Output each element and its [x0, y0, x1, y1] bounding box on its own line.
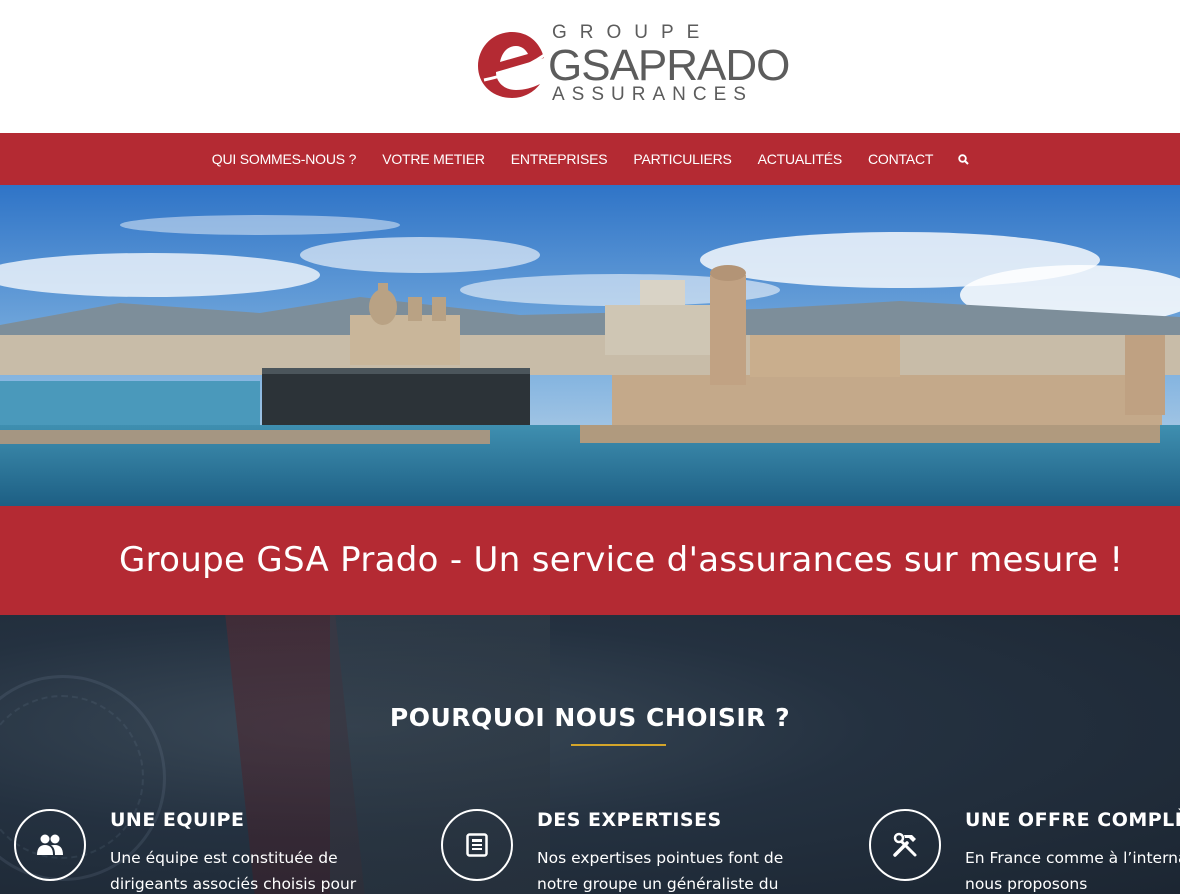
nav-item-votre-metier[interactable]: VOTRE METIER — [369, 151, 498, 167]
logo[interactable]: GROUPE GSAPRADO ASSURANCES — [474, 22, 790, 105]
why-choose-us-section: POURQUOI NOUS CHOISIR ? UNE EQUIPE Une é… — [0, 615, 1180, 894]
feature-text: Une équipe est constituée de dirigeants … — [110, 849, 357, 893]
tools-icon — [893, 832, 917, 857]
hero-image — [0, 185, 1180, 506]
document-icon-circle[interactable] — [441, 809, 513, 881]
feature-title: DES EXPERTISES — [537, 809, 722, 831]
site-header: GROUPE GSAPRADO ASSURANCES — [0, 0, 1180, 133]
nav-item-actualites[interactable]: ACTUALITÉS — [745, 151, 855, 167]
tagline-title: Groupe GSA Prado - Un service d'assuranc… — [119, 540, 1124, 580]
feature-text: Nos expertises pointues font de notre gr… — [537, 849, 784, 893]
nav-item-qui-sommes-nous[interactable]: QUI SOMMES-NOUS ? — [199, 151, 369, 167]
main-nav: QUI SOMMES-NOUS ? VOTRE METIER ENTREPRIS… — [0, 133, 1180, 185]
team-icon — [37, 834, 63, 855]
feature-title: UNE OFFRE COMPLÈTE — [965, 809, 1180, 831]
logo-main-text: GSAPRADO — [548, 41, 790, 90]
search-button[interactable] — [946, 153, 981, 165]
tagline-banner: Groupe GSA Prado - Un service d'assuranc… — [0, 506, 1180, 615]
marseille-panorama-image — [0, 185, 1180, 506]
tools-icon-circle[interactable] — [869, 809, 941, 881]
document-icon — [466, 833, 488, 857]
nav-item-entreprises[interactable]: ENTREPRISES — [498, 151, 621, 167]
team-icon-circle[interactable] — [14, 809, 86, 881]
logo-bottom-text: ASSURANCES — [552, 84, 753, 105]
logo-mark-icon — [478, 32, 547, 98]
title-underline — [571, 744, 666, 746]
nav-item-particuliers[interactable]: PARTICULIERS — [620, 151, 744, 167]
feature-title: UNE EQUIPE — [110, 809, 245, 831]
feature-text: En France comme à l’international, nous … — [965, 849, 1180, 893]
section-title: POURQUOI NOUS CHOISIR ? — [389, 703, 791, 732]
search-icon — [958, 153, 969, 165]
nav-item-contact[interactable]: CONTACT — [855, 151, 946, 167]
